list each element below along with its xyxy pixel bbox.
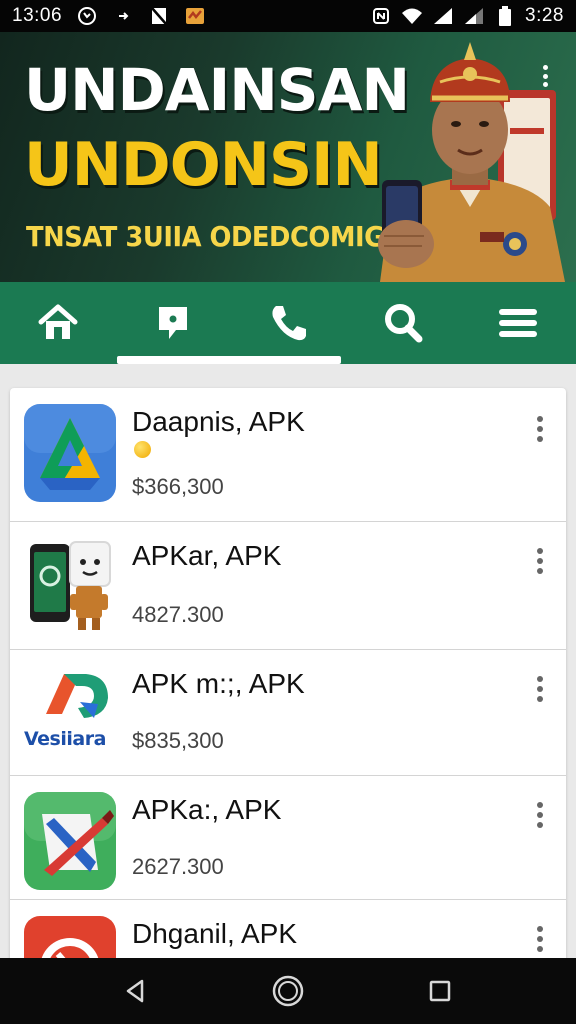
home-icon: [38, 304, 78, 339]
list-item[interactable]: APKar, APK 4827.300: [10, 522, 566, 650]
app-name: Daapnis, APK: [132, 406, 305, 437]
screen: 13:06 3:28 UNDAINSAN UNDONSIN TNSAT 3UII…: [0, 0, 576, 1024]
recents-button[interactable]: [418, 969, 462, 1013]
tab-phone[interactable]: [230, 282, 345, 364]
usb-icon: [112, 5, 134, 27]
more-options-icon[interactable]: [532, 414, 548, 444]
vesiiara-logo-text: Vesiiara: [24, 728, 106, 750]
chat-icon: [158, 307, 187, 339]
more-options-icon[interactable]: [532, 546, 548, 576]
banner-title-line1: UNDAINSAN: [24, 56, 410, 124]
tab-bar: [0, 282, 576, 364]
tab-search[interactable]: [346, 282, 461, 364]
status-left: 13:06: [12, 5, 206, 27]
selected-tab-indicator: [117, 356, 341, 364]
banner-subtitle: TNSAT 3UIIA ODEDCOMIGN: [26, 220, 406, 253]
phone-icon: [272, 306, 306, 341]
promo-banner[interactable]: UNDAINSAN UNDONSIN TNSAT 3UIIA ODEDCOMIG…: [0, 32, 576, 282]
status-right: 3:28: [370, 5, 564, 27]
app-price: $366,300: [132, 474, 224, 499]
pen-app-icon: [24, 792, 116, 890]
home-button[interactable]: [266, 969, 310, 1013]
whatsapp-icon: [76, 5, 98, 27]
more-options-icon[interactable]: [532, 800, 548, 830]
wifi-icon: [401, 5, 423, 27]
recents-icon: [429, 980, 451, 1002]
status-dot-icon: [134, 441, 151, 458]
list-item[interactable]: Daapnis, APK $366,300: [10, 388, 566, 522]
more-options-icon[interactable]: [532, 674, 548, 704]
app-name: APKa:, APK: [132, 794, 282, 825]
tab-chat[interactable]: [115, 282, 230, 364]
back-icon: [126, 979, 144, 1003]
status-time-right: 3:28: [525, 5, 564, 26]
app-price: $835,300: [132, 728, 224, 753]
no-sim-icon: [148, 5, 170, 27]
nfc-icon: [370, 5, 392, 27]
app-name: Dhganil, APK: [132, 918, 297, 949]
app-price: 4827.300: [132, 602, 224, 627]
app-name: APKar, APK: [132, 540, 282, 571]
more-options-icon[interactable]: [532, 924, 548, 954]
signal-icon: [463, 5, 485, 27]
tab-home[interactable]: [0, 282, 115, 364]
drive-triangle-icon: [24, 404, 116, 502]
app-price: 2627.300: [132, 854, 224, 879]
banner-title-line2: UNDONSIN: [24, 130, 383, 200]
signal-icon: [432, 5, 454, 27]
menu-icon: [499, 309, 538, 337]
search-icon: [385, 304, 423, 343]
back-button[interactable]: [114, 969, 158, 1013]
system-navigation-bar: [0, 958, 576, 1024]
app-name: APK m:;, APK: [132, 668, 305, 699]
vesiiara-logo-icon: Vesiiara: [24, 664, 120, 762]
phone-robot-icon: [30, 541, 111, 630]
status-time-left: 13:06: [12, 5, 63, 26]
list-item[interactable]: APKa:, APK 2627.300: [10, 776, 566, 900]
app-list: Daapnis, APK $366,300 APKar, APK 4827.30…: [10, 388, 566, 968]
banner-more-options-icon[interactable]: [538, 62, 552, 90]
notification-icon: [184, 5, 206, 27]
list-item[interactable]: Vesiiara APK m:;, APK $835,300: [10, 650, 566, 776]
battery-icon: [494, 5, 516, 27]
status-bar: 13:06 3:28: [0, 0, 576, 32]
tab-menu[interactable]: [461, 282, 576, 364]
home-circle-icon: [272, 975, 304, 1007]
